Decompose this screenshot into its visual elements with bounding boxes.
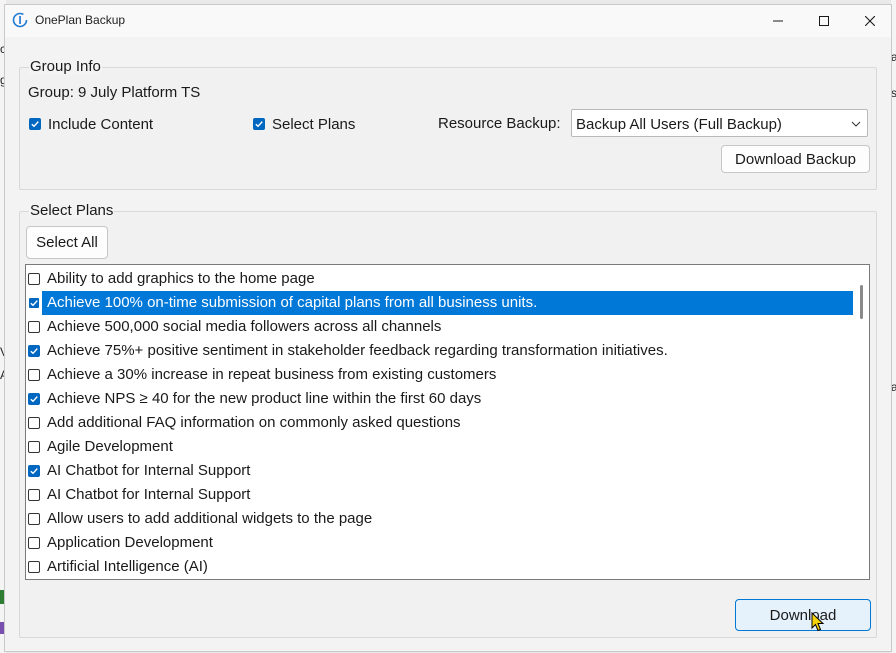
plan-checkbox[interactable] (28, 537, 40, 549)
plan-label: Add additional FAQ information on common… (47, 414, 461, 431)
plan-list-item[interactable]: Ability to add graphics to the home page (28, 267, 853, 291)
plan-checkbox[interactable] (28, 369, 40, 381)
download-backup-button[interactable]: Download Backup (721, 145, 870, 173)
plan-list-item[interactable]: AI Chatbot for Internal Support (28, 459, 853, 483)
checkmark-icon (31, 121, 39, 128)
plan-list-item[interactable]: Add additional FAQ information on common… (28, 411, 853, 435)
group-name-label: Group: 9 July Platform TS (28, 84, 201, 101)
plans-list-scrollbar[interactable] (855, 267, 869, 577)
plan-label: Ability to add graphics to the home page (47, 270, 315, 287)
plan-list-item[interactable]: Achieve 500,000 social media followers a… (28, 315, 853, 339)
maximize-icon (819, 16, 829, 26)
plan-label: Achieve 100% on-time submission of capit… (47, 294, 538, 311)
plan-label: Achieve NPS ≥ 40 for the new product lin… (47, 390, 482, 407)
resource-backup-value: Backup All Users (Full Backup) (576, 116, 782, 133)
plan-list-item[interactable]: Artificial Intelligence (AI) (28, 555, 853, 579)
plan-list-item[interactable]: AI Chatbot for Internal Support (28, 483, 853, 507)
plan-checkbox[interactable] (28, 513, 40, 525)
include-content-checkbox[interactable] (29, 118, 41, 130)
minimize-button[interactable] (755, 5, 801, 37)
plan-checkbox[interactable] (28, 321, 40, 333)
plan-label: Achieve 500,000 social media followers a… (47, 318, 442, 335)
maximize-button[interactable] (801, 5, 847, 37)
plan-list-item[interactable]: Achieve a 30% increase in repeat busines… (28, 363, 853, 387)
plan-checkbox[interactable] (28, 297, 40, 309)
checkmark-icon (30, 396, 38, 403)
include-content-label: Include Content (48, 116, 154, 133)
select-plans-label: Select Plans (272, 116, 356, 133)
select-plans-legend: Select Plans (29, 202, 115, 219)
resource-backup-dropdown[interactable]: Backup All Users (Full Backup) (571, 109, 868, 137)
plans-list[interactable]: Ability to add graphics to the home page… (25, 264, 870, 580)
select-all-button[interactable]: Select All (26, 226, 108, 259)
plan-list-item[interactable]: Achieve 75%+ positive sentiment in stake… (28, 339, 853, 363)
oneplan-logo-icon (12, 12, 28, 28)
backup-dialog: OnePlan Backup Group Info Group: 9 July … (4, 4, 892, 652)
plan-checkbox[interactable] (28, 441, 40, 453)
checkmark-icon (255, 121, 263, 128)
plan-checkbox[interactable] (28, 417, 40, 429)
minimize-icon (773, 20, 783, 22)
checkmark-icon (30, 468, 38, 475)
plan-list-item[interactable]: Application Development (28, 531, 853, 555)
title-bar[interactable]: OnePlan Backup (5, 5, 891, 37)
plan-list-item[interactable]: Allow users to add additional widgets to… (28, 507, 853, 531)
checkmark-icon (30, 300, 38, 307)
chevron-down-icon (851, 121, 861, 127)
close-icon (865, 16, 875, 26)
plan-checkbox[interactable] (28, 561, 40, 573)
plan-checkbox[interactable] (28, 345, 40, 357)
checkmark-icon (30, 348, 38, 355)
select-plans-checkbox[interactable] (253, 118, 265, 130)
plan-checkbox[interactable] (28, 489, 40, 501)
close-button[interactable] (847, 5, 893, 37)
plan-label: Application Development (47, 534, 213, 551)
plan-checkbox[interactable] (28, 273, 40, 285)
plan-checkbox[interactable] (28, 465, 40, 477)
download-button[interactable]: Download (735, 599, 871, 631)
plan-checkbox[interactable] (28, 393, 40, 405)
plan-label: Agile Development (47, 438, 173, 455)
plan-label: Artificial Intelligence (AI) (47, 558, 208, 575)
group-info-legend: Group Info (29, 58, 102, 75)
plan-list-item[interactable]: Agile Development (28, 435, 853, 459)
plan-list-item[interactable]: Achieve 100% on-time submission of capit… (28, 291, 853, 315)
plan-label: AI Chatbot for Internal Support (47, 486, 251, 503)
plan-label: Allow users to add additional widgets to… (47, 510, 373, 527)
scrollbar-thumb[interactable] (860, 285, 863, 319)
plan-label: Achieve 75%+ positive sentiment in stake… (47, 342, 668, 359)
resource-backup-label: Resource Backup: (438, 115, 561, 132)
plan-label: Achieve a 30% increase in repeat busines… (47, 366, 497, 383)
mouse-cursor-icon (811, 612, 825, 632)
plan-list-item[interactable]: Achieve NPS ≥ 40 for the new product lin… (28, 387, 853, 411)
plan-label: AI Chatbot for Internal Support (47, 462, 251, 479)
window-title: OnePlan Backup (35, 13, 126, 27)
